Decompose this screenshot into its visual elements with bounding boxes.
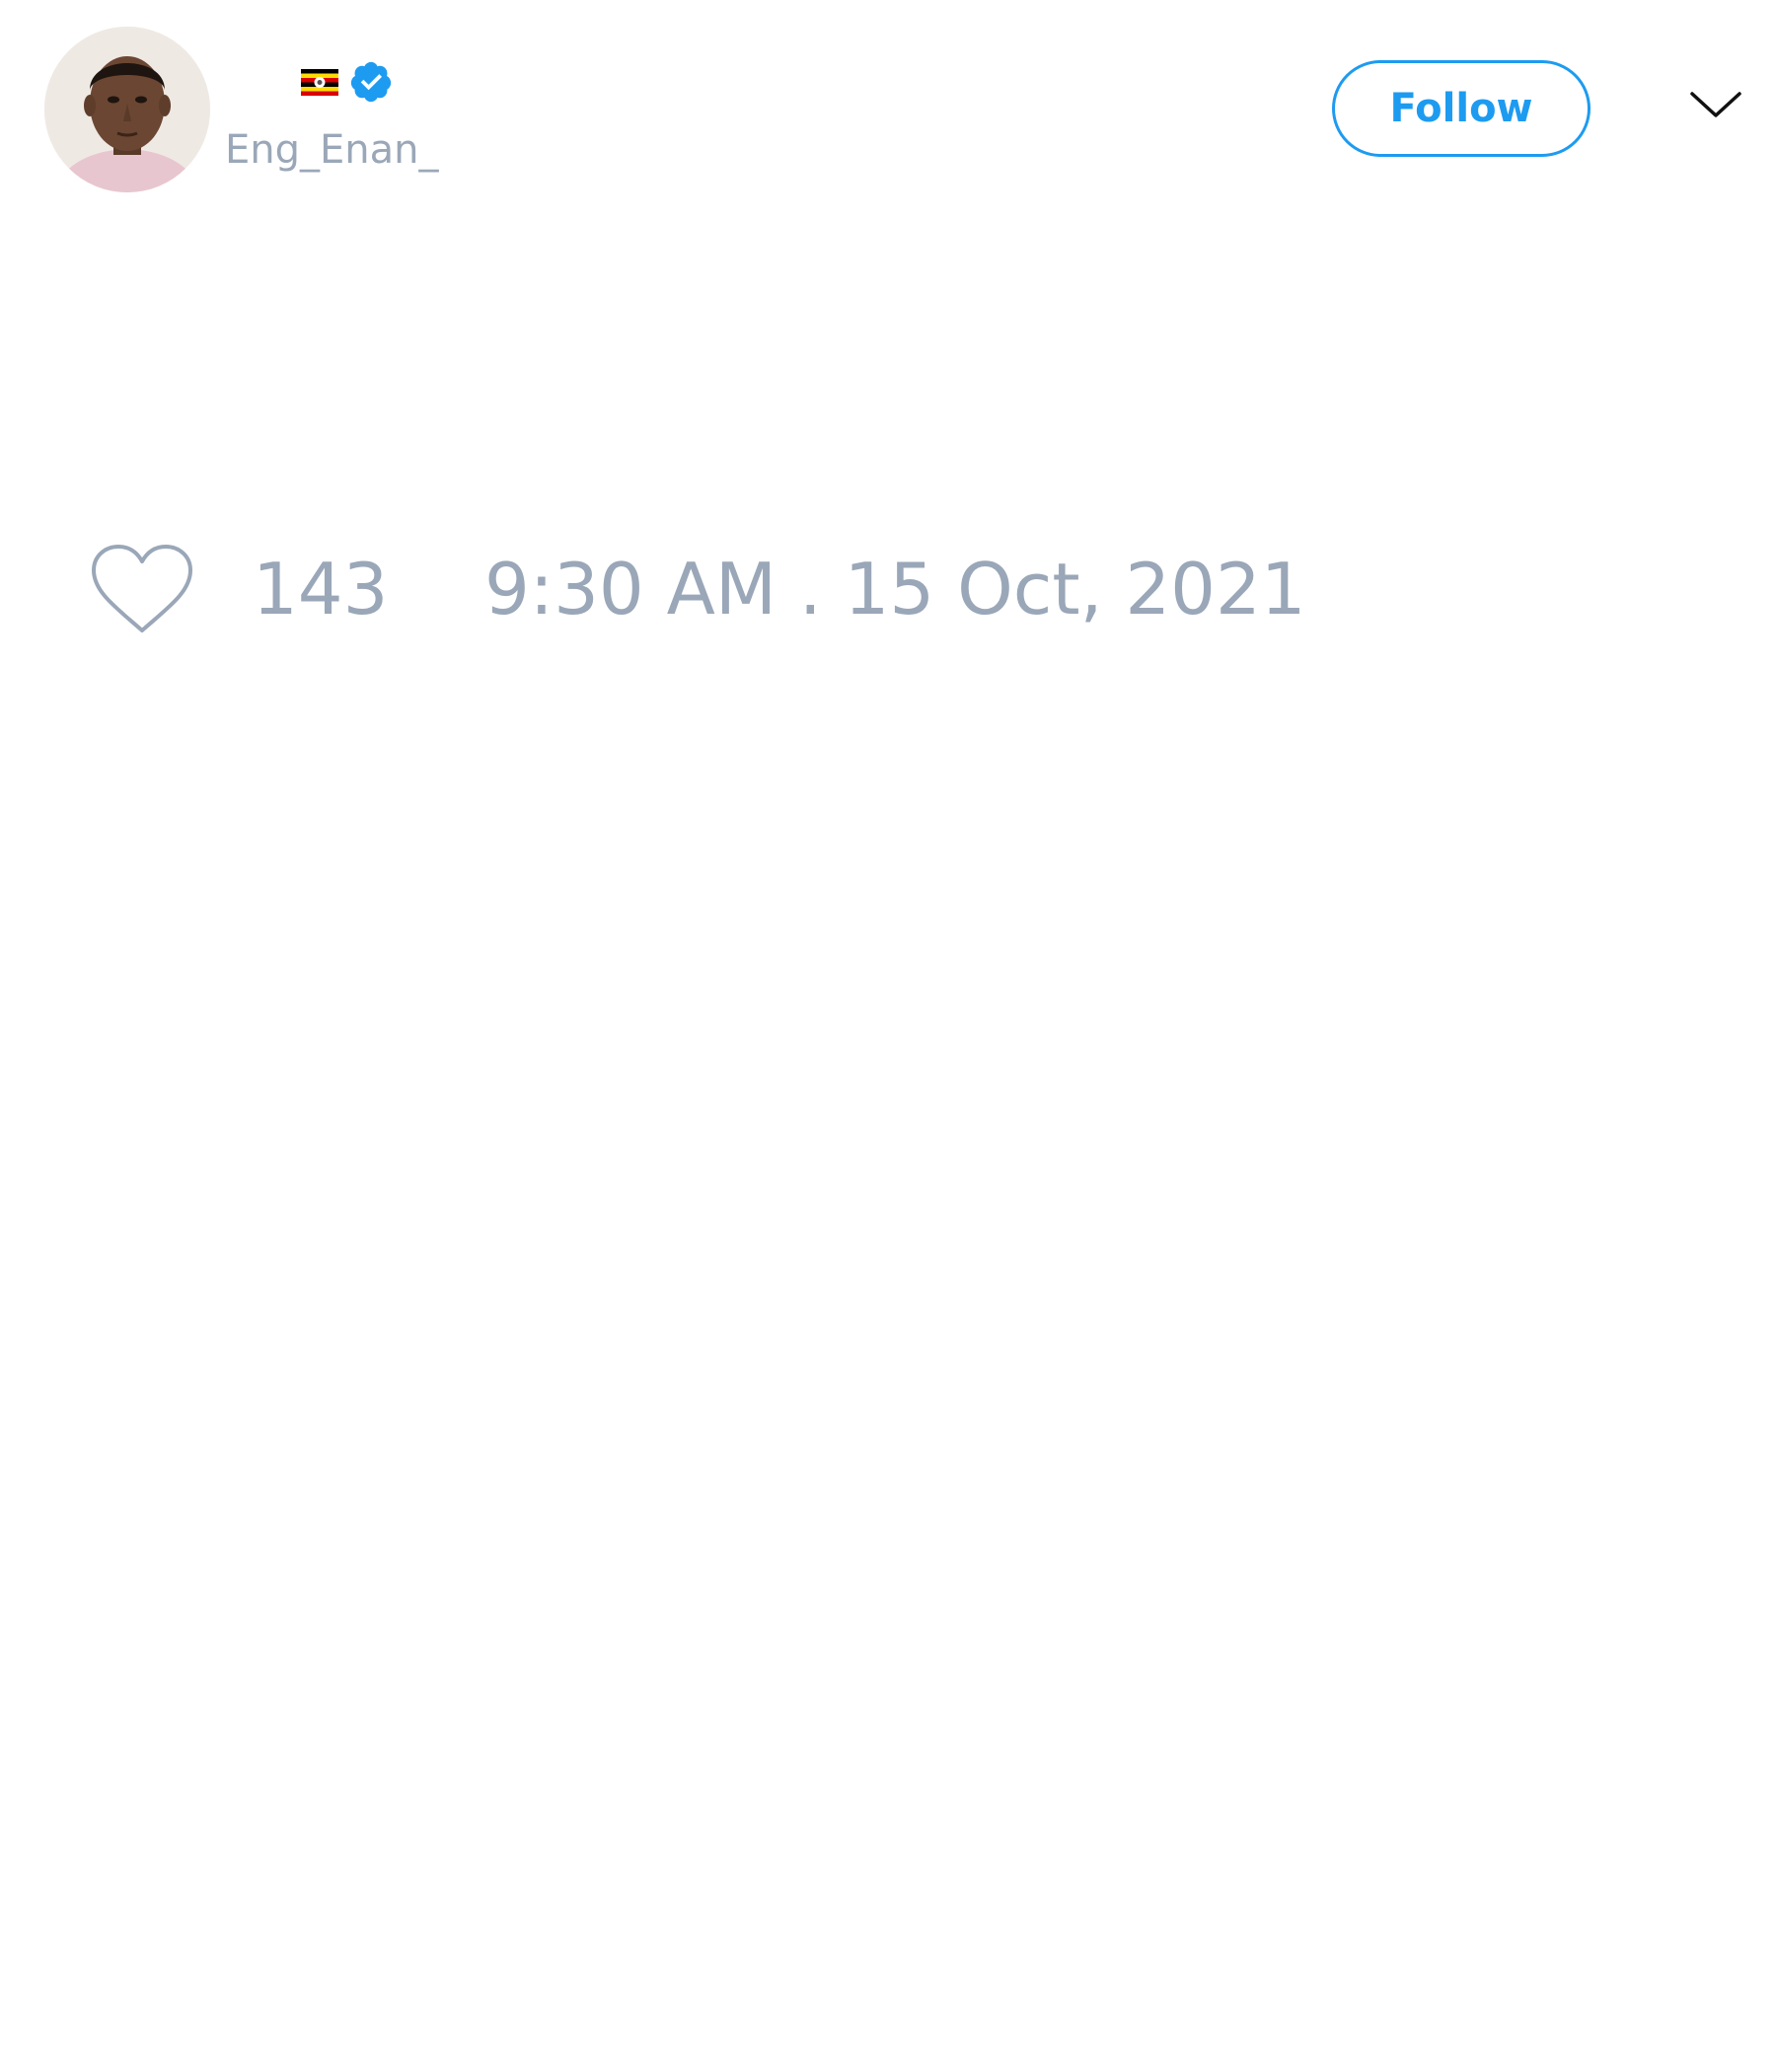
display-name	[301, 57, 394, 107]
tweet-timestamp[interactable]: 9:30 AM . 15 Oct, 2021	[484, 548, 1306, 630]
follow-button[interactable]: Follow	[1332, 60, 1591, 157]
avatar-photo	[44, 27, 210, 192]
avatar[interactable]	[44, 27, 210, 192]
heart-icon[interactable]	[89, 543, 195, 636]
user-handle[interactable]: Eng_Enan_	[225, 124, 439, 176]
chevron-down-icon[interactable]	[1689, 89, 1742, 120]
tweet-card: Eng_Enan_ Follow 143 9:30 AM . 15 Oct, 2…	[0, 0, 1776, 2072]
verified-badge-icon	[348, 59, 394, 105]
like-count: 143	[253, 548, 389, 630]
uganda-flag-icon	[301, 68, 338, 96]
